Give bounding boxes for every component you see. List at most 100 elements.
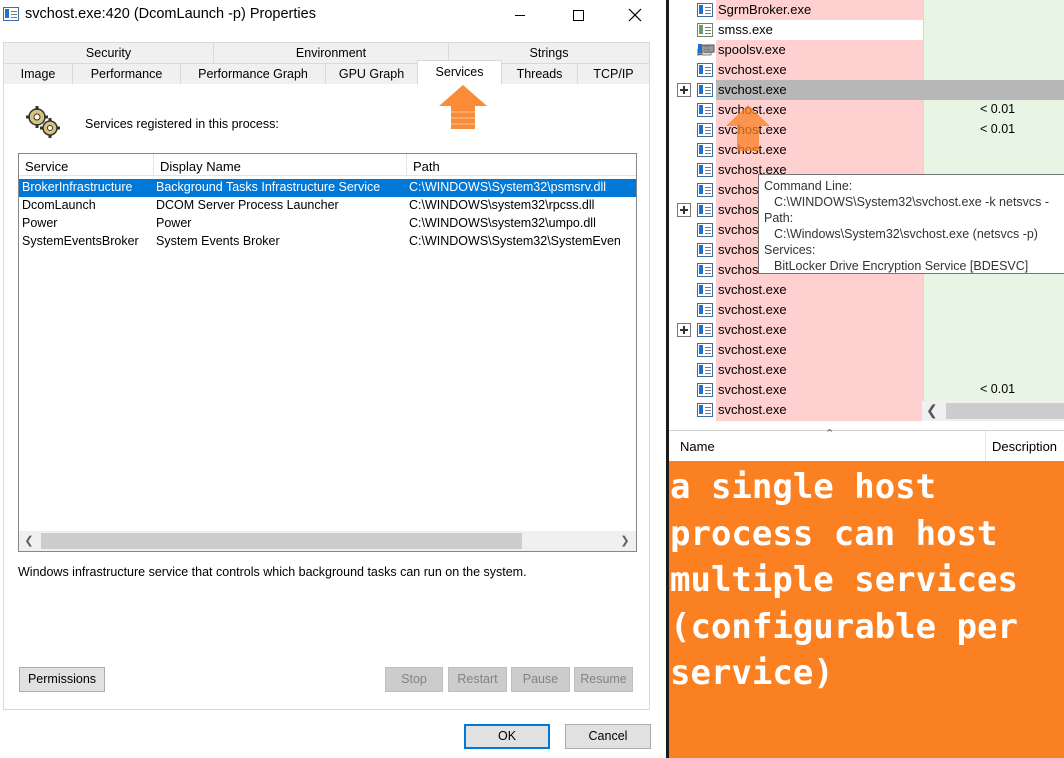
tab-gpu-graph[interactable]: GPU Graph xyxy=(325,63,418,85)
lower-pane-header: ⌃ Name Description xyxy=(669,428,1064,461)
process-row[interactable]: spoolsv.exe xyxy=(669,40,1064,60)
process-row[interactable]: SgrmBroker.exe xyxy=(669,0,1064,20)
maximize-button[interactable] xyxy=(555,0,601,30)
scroll-thumb[interactable] xyxy=(946,403,1064,419)
display-name-cell: DCOM Server Process Launcher xyxy=(156,198,339,212)
tooltip-services: BitLocker Drive Encryption Service [BDES… xyxy=(774,259,1029,273)
column-display-name[interactable]: Display Name xyxy=(154,154,407,176)
highlight-arrow-icon xyxy=(439,85,487,129)
process-name: spoolsv.exe xyxy=(718,42,786,57)
column-description[interactable]: Description xyxy=(992,439,1057,454)
process-row[interactable]: smss.exe xyxy=(669,20,1064,40)
tab-performance-graph[interactable]: Performance Graph xyxy=(180,63,326,85)
close-button[interactable] xyxy=(612,0,658,30)
scroll-thumb[interactable] xyxy=(41,533,522,549)
path-cell: C:\WINDOWS\System32\psmsrv.dll xyxy=(409,180,607,194)
tab-services[interactable]: Services xyxy=(417,60,502,85)
display-name-cell: Background Tasks Infrastructure Service xyxy=(156,180,381,194)
process-icon xyxy=(697,303,713,317)
process-row[interactable]: svchost.exe < 0.01 xyxy=(669,380,1064,400)
maximize-icon xyxy=(572,9,584,21)
process-name: svchost.exe xyxy=(718,82,787,97)
process-icon xyxy=(697,163,713,177)
minimize-icon xyxy=(515,14,525,16)
process-icon xyxy=(697,203,713,217)
tooltip-command-line-label: Command Line: xyxy=(764,179,853,193)
tooltip-services-label: Services: xyxy=(764,243,816,257)
tab-environment[interactable]: Environment xyxy=(213,42,449,64)
restart-button[interactable]: Restart xyxy=(448,667,507,692)
pause-button[interactable]: Pause xyxy=(511,667,570,692)
process-icon xyxy=(697,263,713,277)
service-name-cell: DcomLaunch xyxy=(22,198,96,212)
resume-button[interactable]: Resume xyxy=(574,667,633,692)
process-row[interactable]: svchost.exe xyxy=(669,300,1064,320)
process-name: svchost.exe xyxy=(718,402,787,417)
sort-ascending-icon: ⌃ xyxy=(825,428,835,440)
scroll-left-icon[interactable]: ❮ xyxy=(21,533,37,549)
process-icon xyxy=(697,123,713,137)
table-row[interactable]: BrokerInfrastructure Background Tasks Inf… xyxy=(19,179,636,197)
table-row[interactable]: DcomLaunch DCOM Server Process Launcher C:… xyxy=(19,197,636,215)
properties-dialog: svchost.exe:420 (DcomLaunch -p) Properti… xyxy=(0,0,666,758)
permissions-button[interactable]: Permissions xyxy=(19,667,105,692)
process-icon xyxy=(697,283,713,297)
process-name: svchost.exe xyxy=(718,342,787,357)
services-list[interactable]: Service Display Name Path BrokerInfrastr… xyxy=(18,153,637,552)
column-name[interactable]: Name xyxy=(680,439,715,454)
stop-button[interactable]: Stop xyxy=(385,667,443,692)
tab-tcpip[interactable]: TCP/IP xyxy=(577,63,650,85)
services-header: Services registered in this process: xyxy=(85,117,279,131)
window-title: svchost.exe:420 (DcomLaunch -p) Properti… xyxy=(25,6,316,22)
path-cell: C:\WINDOWS\system32\rpcss.dll xyxy=(409,198,595,212)
tab-performance[interactable]: Performance xyxy=(72,63,181,85)
process-icon xyxy=(697,383,713,397)
process-row[interactable]: svchost.exe xyxy=(669,360,1064,380)
tab-image[interactable]: Image xyxy=(3,63,73,85)
display-name-cell: Power xyxy=(156,216,192,230)
minimize-button[interactable] xyxy=(497,0,543,30)
tab-label: Image xyxy=(20,67,56,81)
column-service[interactable]: Service xyxy=(19,154,154,176)
tooltip-command-line: C:\WINDOWS\System32\svchost.exe -k netsv… xyxy=(774,195,1050,209)
column-label: Path xyxy=(413,159,440,174)
process-icon xyxy=(697,63,713,77)
process-row[interactable]: svchost.exe xyxy=(669,60,1064,80)
process-icon xyxy=(697,3,713,17)
column-label: Service xyxy=(25,159,69,174)
list-header: Service Display Name Path xyxy=(19,154,636,176)
scroll-left-icon[interactable]: ❮ xyxy=(926,402,938,419)
process-horizontal-scrollbar[interactable]: ❮ xyxy=(922,401,1064,421)
services-gear-icon xyxy=(26,106,60,138)
scroll-right-icon[interactable]: ❯ xyxy=(617,533,633,549)
process-row[interactable]: svchost.exe xyxy=(669,80,1064,100)
column-separator xyxy=(985,431,986,461)
process-icon xyxy=(697,83,713,97)
table-row[interactable]: SystemEventsBroker System Events Broker C:… xyxy=(19,233,636,251)
expand-icon[interactable] xyxy=(677,203,691,217)
tooltip-path: C:\Windows\System32\svchost.exe (netsvcs… xyxy=(774,227,1038,241)
process-row[interactable]: svchost.exe xyxy=(669,320,1064,340)
service-name-cell: Power xyxy=(22,216,58,230)
tab-label: Threads xyxy=(516,67,563,81)
process-icon xyxy=(697,143,713,157)
expand-icon[interactable] xyxy=(677,83,691,97)
ok-button[interactable]: OK xyxy=(464,724,550,749)
tab-threads[interactable]: Threads xyxy=(501,63,578,85)
annotation-caption: a single host process can host multiple … xyxy=(669,461,1064,758)
process-row[interactable]: svchost.exe xyxy=(669,340,1064,360)
column-path[interactable]: Path xyxy=(407,154,636,176)
process-name: svchost.exe xyxy=(718,382,787,397)
tab-security[interactable]: Security xyxy=(3,42,214,64)
expand-icon[interactable] xyxy=(677,323,691,337)
highlight-arrow-icon xyxy=(726,105,770,151)
table-row[interactable]: Power Power C:\WINDOWS\system32\umpo.dll xyxy=(19,215,636,233)
process-cpu: < 0.01 xyxy=(980,382,1016,396)
tab-label: Environment xyxy=(295,46,367,60)
process-row[interactable]: svchost.exe xyxy=(669,280,1064,300)
cancel-button[interactable]: Cancel xyxy=(565,724,651,749)
display-name-cell: System Events Broker xyxy=(156,234,280,248)
service-description: Windows infrastructure service that cont… xyxy=(18,565,527,579)
path-cell: C:\WINDOWS\System32\SystemEven xyxy=(409,234,621,248)
horizontal-scrollbar[interactable]: ❮ ❯ xyxy=(19,531,636,551)
